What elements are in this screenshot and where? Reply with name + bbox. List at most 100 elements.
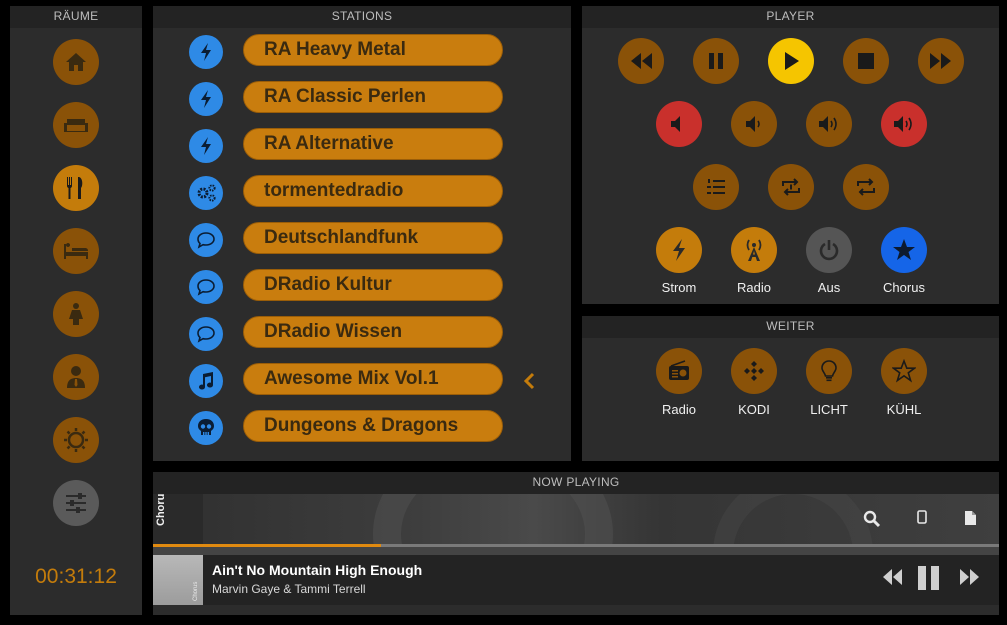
station-row[interactable]: RA Heavy Metal [153,34,571,69]
stations-title: STATIONS [153,6,571,28]
station-row[interactable]: RA Alternative [153,128,571,163]
weiter-title: WEITER [582,316,999,338]
station-label[interactable]: DRadio Wissen [243,316,503,348]
source-off-button[interactable] [806,227,852,273]
weiter-kuehl-label: KÜHL [886,402,922,417]
station-row[interactable]: Dungeons & Dragons [153,410,571,445]
weiter-kodi-button[interactable] [731,348,777,394]
speech-bubble-icon [197,232,215,249]
document-icon [965,511,976,525]
speaker-mute-icon [671,116,680,132]
mini-pause-button[interactable] [917,565,943,593]
speaker-low-icon [746,116,760,132]
repeat-one-button[interactable] [768,164,814,210]
station-label[interactable]: DRadio Kultur [243,269,503,301]
device-button[interactable] [917,510,931,530]
station-row[interactable]: Awesome Mix Vol.1 [153,363,571,398]
prev-track-button[interactable] [881,568,905,592]
rewind-icon [631,53,652,69]
source-strom-button[interactable] [656,227,702,273]
star-icon [893,239,915,260]
station-label[interactable]: RA Alternative [243,128,503,160]
stop-icon [858,53,874,69]
room-settings-button[interactable] [53,480,99,526]
pause-icon [709,53,723,69]
search-button[interactable] [863,510,883,530]
lightning-icon [201,90,211,108]
queue-button[interactable] [964,510,980,530]
station-row[interactable]: RA Classic Perlen [153,81,571,116]
station-label[interactable]: Dungeons & Dragons [243,410,503,442]
source-chorus-label: Chorus [883,280,925,295]
volume-max-button[interactable] [881,101,927,147]
home-icon [66,53,86,71]
fast-forward-button[interactable] [918,38,964,84]
radio-icon [669,360,689,380]
station-row[interactable]: DRadio Kultur [153,269,571,304]
play-button[interactable] [768,38,814,84]
album-art-text: Chorus [193,581,199,601]
room-garden-button[interactable] [53,417,99,463]
weiter-licht-button[interactable] [806,348,852,394]
play-icon [785,52,799,70]
clock: 00:31:12 [35,565,117,588]
player-title: PLAYER [582,6,999,28]
repeat-button[interactable] [843,164,889,210]
power-icon [819,240,839,261]
lightning-icon [201,137,211,155]
station-row[interactable]: tormentedradio [153,175,571,210]
stop-button[interactable] [843,38,889,84]
weiter-kodi-label: KODI [738,402,770,417]
room-kitchen-button[interactable] [53,165,99,211]
phone-icon [917,510,927,524]
now-playing-title: NOW PLAYING [153,472,999,494]
rooms-title: RÄUME [10,6,142,28]
stations-panel: STATIONS RA Heavy Metal RA Classic Perle… [153,6,571,461]
track-artist: Marvin Gaye & Tammi Terrell [212,582,366,596]
source-radio-button[interactable] [731,227,777,273]
station-label[interactable]: tormentedradio [243,175,503,207]
speaker-max-icon [894,116,912,132]
fast-forward-icon [930,53,951,69]
source-strom-label: Strom [661,280,697,295]
source-radio-label: Radio [737,280,771,295]
man-suit-icon [67,366,85,388]
woman-icon [69,303,83,325]
next-track-button[interactable] [959,568,983,592]
source-chorus-button[interactable] [881,227,927,273]
station-label[interactable]: RA Heavy Metal [243,34,503,66]
room-home-button[interactable] [53,39,99,85]
playlist-button[interactable] [693,164,739,210]
volume-up-button[interactable] [806,101,852,147]
lightning-icon [673,239,685,261]
mute-button[interactable] [656,101,702,147]
numbered-list-icon [707,179,725,194]
station-label[interactable]: RA Classic Perlen [243,81,503,113]
station-row[interactable]: Deutschlandfunk [153,222,571,257]
player-tab[interactable]: Chorus. [153,494,203,544]
room-woman-button[interactable] [53,291,99,337]
station-row[interactable]: DRadio Wissen [153,316,571,351]
bed-icon [64,243,88,259]
weiter-radio-button[interactable] [656,348,702,394]
volume-down-button[interactable] [731,101,777,147]
fast-forward-icon [960,569,979,585]
station-label[interactable]: Deutschlandfunk [243,222,503,254]
antenna-icon [746,239,762,261]
room-bedroom-button[interactable] [53,228,99,274]
pause-button[interactable] [693,38,739,84]
lightning-icon [201,43,211,61]
track-title: Ain't No Mountain High Enough [212,562,423,578]
rewind-button[interactable] [618,38,664,84]
sofa-icon [64,119,88,132]
room-man-button[interactable] [53,354,99,400]
chevron-left-icon [523,372,535,390]
search-icon [863,510,881,528]
weiter-licht-label: LICHT [810,402,848,417]
station-label[interactable]: Awesome Mix Vol.1 [243,363,503,395]
room-living-button[interactable] [53,102,99,148]
backdrop-shape [373,494,613,544]
star-outline-icon [892,359,916,383]
track-bar: Chorus Ain't No Mountain High Enough Mar… [153,555,999,605]
weiter-kuehl-button[interactable] [881,348,927,394]
